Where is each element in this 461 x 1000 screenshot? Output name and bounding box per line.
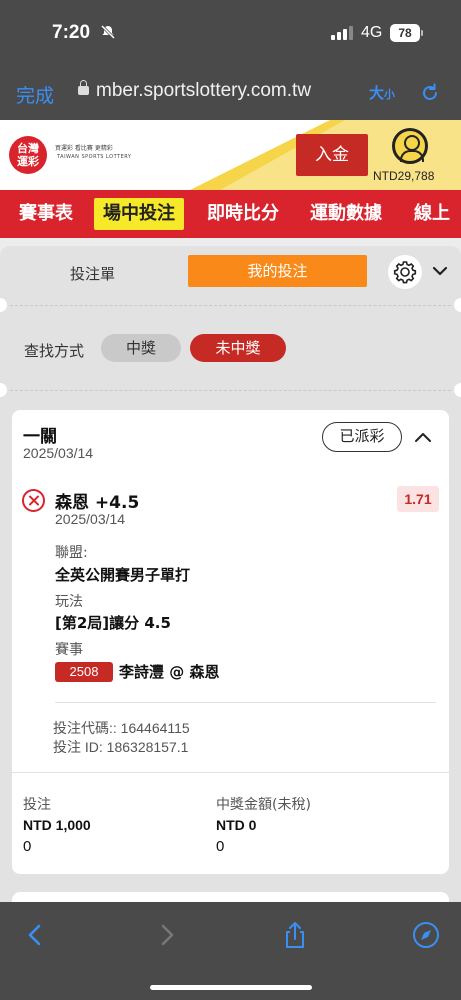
network-type: 4G	[361, 24, 383, 41]
chevron-down-icon[interactable]	[432, 263, 448, 279]
nav-item-schedule[interactable]: 賽事表	[19, 198, 73, 230]
league-value: 全英公開賽男子單打	[55, 566, 191, 584]
site-header: 台灣 運彩 買運彩 看比賽 更精彩 TAIWAN SPORTS LOTTERY …	[0, 120, 461, 190]
tab-bet-slip[interactable]: 投注單	[70, 263, 115, 284]
bet-type: 一關	[23, 427, 57, 447]
site-logo[interactable]: 台灣 運彩	[9, 136, 47, 174]
bet-card: 一關 2025/03/14 已派彩 森恩 +4.5 2025/03/14 1.7…	[12, 410, 449, 874]
event-name: 李詩灃 @ 森恩	[119, 663, 220, 681]
deposit-button[interactable]: 入金	[296, 134, 368, 176]
bet-code: 投注代碼:: 164464115	[53, 720, 190, 736]
filter-won-button[interactable]: 中獎	[101, 334, 181, 362]
logo-slogan: 買運彩 看比賽 更精彩	[55, 145, 113, 152]
nav-item-online[interactable]: 線上	[414, 198, 450, 230]
nav-item-sports-data[interactable]: 運動數據	[310, 198, 382, 230]
url-text[interactable]: mber.sportslottery.com.tw	[96, 80, 311, 102]
lock-icon	[78, 80, 89, 95]
logo-english: TAIWAN SPORTS LOTTERY	[57, 154, 132, 160]
odds-badge: 1.71	[397, 486, 439, 512]
filter-lost-button[interactable]: 未中獎	[190, 334, 286, 362]
status-time: 7:20	[52, 22, 91, 43]
bet-panel: 投注單 我的投注 查找方式 中獎 未中獎 一關 2025/03/14 已派彩 森…	[0, 246, 461, 932]
forward-arrow-icon[interactable]	[152, 920, 182, 950]
lost-x-icon	[22, 489, 45, 512]
done-button[interactable]: 完成	[16, 81, 54, 108]
nav-item-live-scores[interactable]: 即時比分	[207, 198, 279, 230]
home-indicator	[150, 985, 312, 990]
browser-url-bar: 完成 mber.sportslottery.com.tw 大小	[0, 64, 461, 120]
payout-amount: NTD 0	[216, 817, 257, 833]
share-icon[interactable]	[280, 920, 310, 950]
market-label: 玩法	[55, 594, 83, 610]
bet-id: 投注 ID: 186328157.1	[53, 739, 189, 755]
gear-icon[interactable]	[388, 255, 422, 289]
main-content: 投注單 我的投注 查找方式 中獎 未中獎 一關 2025/03/14 已派彩 森…	[0, 238, 461, 932]
battery-icon: 78	[390, 24, 420, 42]
bet-tabs: 投注單 我的投注	[0, 246, 461, 296]
mute-bell-icon	[100, 24, 116, 44]
reload-icon[interactable]	[419, 82, 441, 104]
stake-label: 投注	[23, 797, 51, 813]
payout-label: 中獎金額(未稅)	[216, 797, 311, 813]
stake-amount: NTD 1,000	[23, 817, 91, 833]
user-account-icon[interactable]	[392, 128, 428, 164]
signal-icon	[331, 26, 353, 40]
event-label: 賽事	[55, 642, 83, 658]
status-badge: 已派彩	[322, 422, 402, 452]
back-arrow-icon[interactable]	[20, 920, 50, 950]
stake-value: 0	[23, 838, 32, 855]
chevron-up-icon[interactable]	[414, 429, 432, 443]
tab-my-bets[interactable]: 我的投注	[188, 255, 367, 287]
status-bar: 7:20 4G 78	[0, 0, 461, 64]
account-balance: NTD29,788	[373, 169, 435, 183]
payout-value: 0	[216, 838, 225, 855]
event-code-badge: 2508	[55, 662, 113, 682]
nav-item-live-betting[interactable]: 場中投注	[94, 198, 184, 230]
selection-name: 森恩 +4.5	[55, 493, 140, 513]
bet-date: 2025/03/14	[23, 445, 94, 461]
league-label: 聯盟:	[55, 545, 88, 561]
selection-date: 2025/03/14	[55, 511, 126, 527]
text-size-button[interactable]: 大小	[369, 82, 395, 103]
compass-icon[interactable]	[411, 920, 441, 950]
main-nav: 賽事表 場中投注 即時比分 運動數據 線上	[0, 190, 461, 238]
market-value: [第2局]讓分 4.5	[55, 614, 171, 632]
filter-label: 查找方式	[24, 342, 85, 360]
